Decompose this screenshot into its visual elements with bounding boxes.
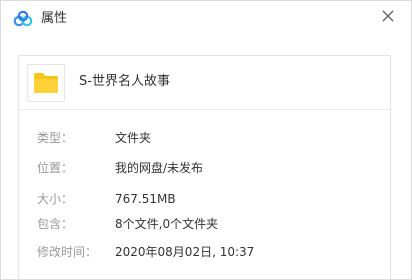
divider <box>19 109 390 110</box>
property-value: 8个文件,0个文件夹 <box>115 217 219 231</box>
property-row-contains: 包含： 8个文件,0个文件夹 <box>19 215 390 233</box>
property-row-size: 大小： 767.51MB <box>19 190 390 208</box>
property-value: 文件夹 <box>115 131 152 145</box>
property-value: 2020年08月02日, 10:37 <box>115 245 255 259</box>
baidu-netdisk-logo-icon <box>13 10 33 27</box>
property-label: 位置： <box>37 161 74 175</box>
property-row-modified-time: 修改时间： 2020年08月02日, 10:37 <box>19 243 390 261</box>
property-value: 我的网盘/未发布 <box>115 161 204 175</box>
property-label: 类型： <box>37 131 74 145</box>
property-row-location: 位置： 我的网盘/未发布 <box>19 159 390 177</box>
property-row-type: 类型： 文件夹 <box>19 129 390 147</box>
property-value: 767.51MB <box>115 192 176 206</box>
titlebar: 属性 <box>1 1 411 37</box>
item-header: S-世界名人故事 <box>19 56 390 109</box>
close-icon[interactable] <box>379 7 397 25</box>
property-label: 大小： <box>37 192 74 206</box>
property-label: 修改时间： <box>37 245 98 259</box>
folder-icon <box>34 73 58 93</box>
properties-dialog: 属性 S-世界名人故事 类型： 文件夹 位置： 我的网盘/未发布 大小： 767… <box>0 0 412 280</box>
folder-thumbnail <box>27 64 65 102</box>
properties-panel: S-世界名人故事 类型： 文件夹 位置： 我的网盘/未发布 大小： 767.51… <box>18 55 391 279</box>
property-label: 包含： <box>37 217 74 231</box>
item-name: S-世界名人故事 <box>79 74 170 89</box>
dialog-title: 属性 <box>41 11 68 26</box>
